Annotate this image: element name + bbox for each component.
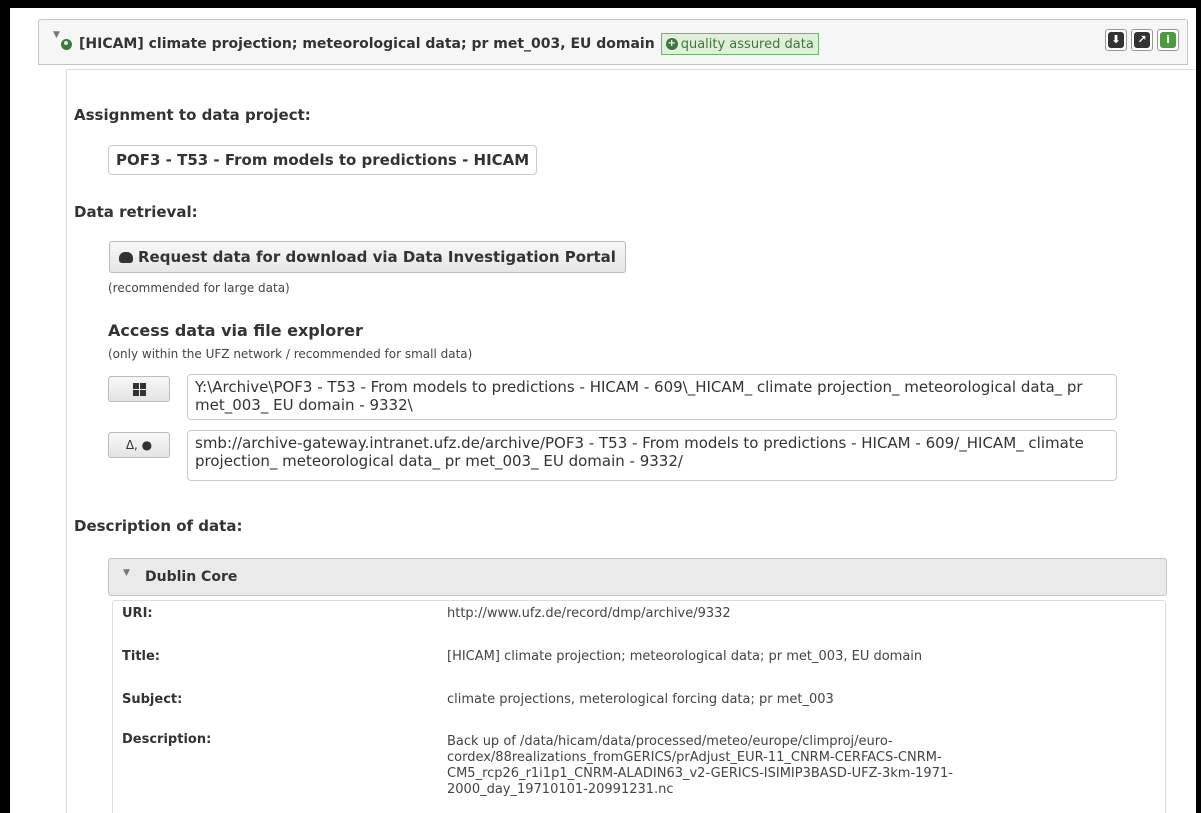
explorer-note: (only within the UFZ network / recommend… <box>108 347 473 361</box>
smb-path-field[interactable]: smb://archive-gateway.intranet.ufz.de/ar… <box>187 430 1117 481</box>
cloud-download-icon <box>119 251 133 263</box>
record-title-text: [HICAM] climate projection; meteorologic… <box>79 36 655 52</box>
explorer-heading: Access data via file explorer <box>108 321 363 340</box>
dublin-core-table: URI: http://www.ufz.de/record/dmp/archiv… <box>112 600 1166 813</box>
quality-assured-badge: + quality assured data <box>660 33 819 55</box>
dc-key-subject: Subject: <box>122 692 183 707</box>
quality-assured-label: quality assured data <box>680 36 814 52</box>
dublin-core-caret-icon[interactable]: ▼ <box>123 568 130 578</box>
external-link-button[interactable]: ↗ <box>1131 29 1153 51</box>
external-link-icon: ↗ <box>1134 32 1150 48</box>
record-panel: ▼ [HICAM] climate projection; meteorolog… <box>10 8 1196 813</box>
collapse-caret-icon[interactable]: ▼ <box>53 30 60 40</box>
request-download-button[interactable]: Request data for download via Data Inves… <box>109 241 626 273</box>
dc-value-description: Back up of /data/hicam/data/processed/me… <box>447 734 953 797</box>
download-cloud-button[interactable]: ⬇ <box>1105 29 1127 51</box>
download-note: (recommended for large data) <box>108 281 290 295</box>
info-button[interactable]: i <box>1157 29 1179 51</box>
dublin-core-accordion-header[interactable]: ▼ Dublin Core <box>108 558 1167 596</box>
record-content: Assignment to data project: POF3 - T53 -… <box>66 69 1196 813</box>
globe-icon <box>61 38 72 50</box>
request-download-label: Request data for download via Data Inves… <box>138 248 616 266</box>
project-name-box: POF3 - T53 - From models to predictions … <box>108 145 538 175</box>
dc-key-description: Description: <box>122 732 212 747</box>
dc-key-title: Title: <box>122 649 161 664</box>
retrieval-heading: Data retrieval: <box>74 203 198 221</box>
record-accordion-header[interactable]: ▼ [HICAM] climate projection; meteorolog… <box>38 19 1188 65</box>
dc-value-subject: climate projections, meterological forci… <box>447 692 834 707</box>
windows-path-field[interactable]: Y:\Archive\POF3 - T53 - From models to p… <box>187 374 1117 420</box>
info-icon: i <box>1160 32 1176 48</box>
dc-value-uri: http://www.ufz.de/record/dmp/archive/933… <box>447 606 731 621</box>
dc-key-uri: URI: <box>122 606 153 621</box>
record-title: [HICAM] climate projection; meteorologic… <box>61 33 819 55</box>
windows-path-button[interactable] <box>108 376 170 402</box>
windows-icon <box>132 382 146 396</box>
plus-circle-icon: + <box>665 38 678 50</box>
header-icons: ⬇ ↗ i <box>1105 29 1179 51</box>
dublin-core-title: Dublin Core <box>145 569 238 585</box>
linux-apple-icon: Δ, ● <box>125 438 153 452</box>
dc-value-title: [HICAM] climate projection; meteorologic… <box>447 649 923 664</box>
download-cloud-icon: ⬇ <box>1108 32 1124 48</box>
linux-mac-path-button[interactable]: Δ, ● <box>108 432 170 458</box>
description-heading: Description of data: <box>74 517 243 535</box>
project-heading: Assignment to data project: <box>74 106 311 124</box>
